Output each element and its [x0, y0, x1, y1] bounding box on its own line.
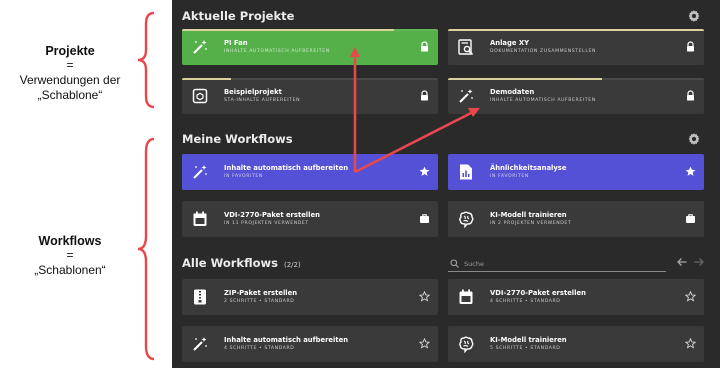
card-title: PI Fan: [224, 39, 248, 47]
card-title: KI-Modell trainieren: [490, 336, 567, 344]
magic-wand-icon: [459, 89, 473, 103]
search-input[interactable]: [464, 257, 654, 270]
annotation-projects-eq: =: [66, 58, 74, 72]
annotation-workflows-line1: „Schablonen“: [34, 263, 106, 277]
gear-icon[interactable]: [687, 9, 701, 23]
card-subtitle: IN FAVORITEN: [490, 174, 529, 179]
search-icon: [450, 259, 459, 268]
progress-bar: [182, 78, 231, 80]
workflow-card-zip-paket[interactable]: ZIP-Paket erstellen 2 SCHRITTE • STANDAR…: [182, 279, 438, 315]
brace-projects: [137, 11, 155, 109]
star-outline-icon[interactable]: [419, 291, 430, 302]
annotation-projects: Projekte = Verwendungen der „Schablone“: [0, 44, 140, 103]
star-outline-icon[interactable]: [685, 338, 696, 349]
chart-document-icon: [460, 164, 472, 180]
workflow-card-ki-modell[interactable]: KI-Modell trainieren IN 2 PROJEKTEN VERW…: [448, 201, 704, 237]
progress-bar: [448, 78, 602, 80]
card-title: ZIP-Paket erstellen: [224, 289, 298, 297]
briefcase-icon: [420, 214, 429, 223]
card-title: Anlage XY: [490, 39, 530, 47]
magic-wand-icon: [193, 40, 207, 54]
arrow-right-icon[interactable]: [693, 256, 705, 268]
card-title: Inhalte automatisch aufbereiten: [224, 164, 349, 172]
card-title: VDI-2770-Paket erstellen: [224, 211, 320, 219]
annotation-workflows-title: Workflows: [38, 234, 102, 248]
gear-icon[interactable]: [687, 132, 701, 146]
card-subtitle: INHALTE AUTOMATISCH AUFBEREITEN: [224, 49, 330, 54]
project-card-demodaten[interactable]: Demodaten INHALTE AUTOMATISCH AUFBEREITE…: [448, 78, 704, 114]
card-subtitle: 4 SCHRITTE • STANDARD: [490, 299, 561, 304]
annotation-workflows: Workflows = „Schablonen“: [0, 234, 140, 278]
card-title: Beispielprojekt: [224, 88, 282, 96]
workflow-card-aehnlichkeitsanalyse[interactable]: Ähnlichkeitsanalyse IN FAVORITEN: [448, 154, 704, 190]
card-subtitle: IN 11 PROJEKTEN VERWENDET: [224, 221, 309, 226]
annotation-projects-title: Projekte: [45, 44, 95, 58]
brain-icon: [459, 336, 474, 353]
box-icon: [192, 88, 208, 104]
project-card-beispielprojekt[interactable]: Beispielprojekt STA-INHALTE AUFBEREITEN: [182, 78, 438, 114]
project-card-pi-fan[interactable]: PI Fan INHALTE AUTOMATISCH AUFBEREITEN: [182, 29, 438, 65]
lock-icon: [421, 90, 428, 101]
card-subtitle: 2 SCHRITTE • STANDARD: [224, 299, 295, 304]
brain-icon: [459, 211, 474, 228]
app-panel: Aktuelle Projekte PI Fan INHALTE AUTOMAT…: [172, 0, 720, 368]
calendar-icon: [193, 211, 207, 226]
workflow-search: [448, 256, 666, 272]
progress-bar: [448, 29, 704, 31]
all-workflows-count: (2/2): [283, 261, 301, 269]
star-outline-icon[interactable]: [419, 338, 430, 349]
all-workflows-title-text: Alle Workflows: [182, 256, 278, 270]
star-outline-icon[interactable]: [685, 291, 696, 302]
lock-icon: [421, 41, 428, 52]
arrow-left-icon[interactable]: [676, 256, 688, 268]
magic-wand-icon: [193, 337, 207, 351]
my-workflows-title: Meine Workflows: [182, 132, 293, 146]
star-filled-icon[interactable]: [685, 166, 696, 177]
workflow-card-inhalte-aufbereiten[interactable]: Inhalte automatisch aufbereiten IN FAVOR…: [182, 154, 438, 190]
card-title: KI-Modell trainieren: [490, 211, 567, 219]
lock-icon: [687, 41, 694, 52]
annotation-projects-line2: „Schablone“: [37, 88, 103, 102]
briefcase-icon: [686, 214, 695, 223]
workflow-card-vdi-2770-all[interactable]: VDI-2770-Paket erstellen 4 SCHRITTE • ST…: [448, 279, 704, 315]
magic-wand-icon: [193, 165, 207, 179]
workflow-card-vdi-2770[interactable]: VDI-2770-Paket erstellen IN 11 PROJEKTEN…: [182, 201, 438, 237]
card-subtitle: STA-INHALTE AUFBEREITEN: [224, 98, 301, 103]
project-card-anlage-xy[interactable]: Anlage XY DOKUMENTATION ZUSAMMENSTELLEN: [448, 29, 704, 65]
card-title: Inhalte automatisch aufbereiten: [224, 336, 349, 344]
card-subtitle: INHALTE AUTOMATISCH AUFBEREITEN: [490, 98, 596, 103]
card-subtitle: IN 2 PROJEKTEN VERWENDET: [490, 221, 572, 226]
card-subtitle: IN FAVORITEN: [224, 174, 263, 179]
annotation-workflows-eq: =: [66, 248, 74, 262]
star-filled-icon[interactable]: [419, 166, 430, 177]
card-subtitle: 5 SCHRITTE • STANDARD: [490, 346, 561, 351]
calendar-icon: [459, 289, 473, 304]
card-title: Ähnlichkeitsanalyse: [490, 164, 567, 172]
card-title: Demodaten: [490, 88, 535, 96]
workflow-card-inhalte-aufbereiten-all[interactable]: Inhalte automatisch aufbereiten 4 SCHRIT…: [182, 326, 438, 362]
workflow-card-ki-modell-all[interactable]: KI-Modell trainieren 5 SCHRITTE • STANDA…: [448, 326, 704, 362]
brace-workflows: [137, 137, 155, 361]
zip-file-icon: [194, 289, 206, 305]
all-workflows-title: Alle Workflows (2/2): [182, 256, 301, 270]
progress-bar: [182, 29, 395, 31]
lock-icon: [687, 90, 694, 101]
card-subtitle: DOKUMENTATION ZUSAMMENSTELLEN: [490, 49, 597, 54]
document-search-icon: [458, 39, 474, 56]
card-subtitle: 4 SCHRITTE • STANDARD: [224, 346, 295, 351]
card-title: VDI-2770-Paket erstellen: [490, 289, 586, 297]
annotation-projects-line1: Verwendungen der: [19, 73, 121, 87]
recent-projects-title: Aktuelle Projekte: [182, 9, 295, 23]
